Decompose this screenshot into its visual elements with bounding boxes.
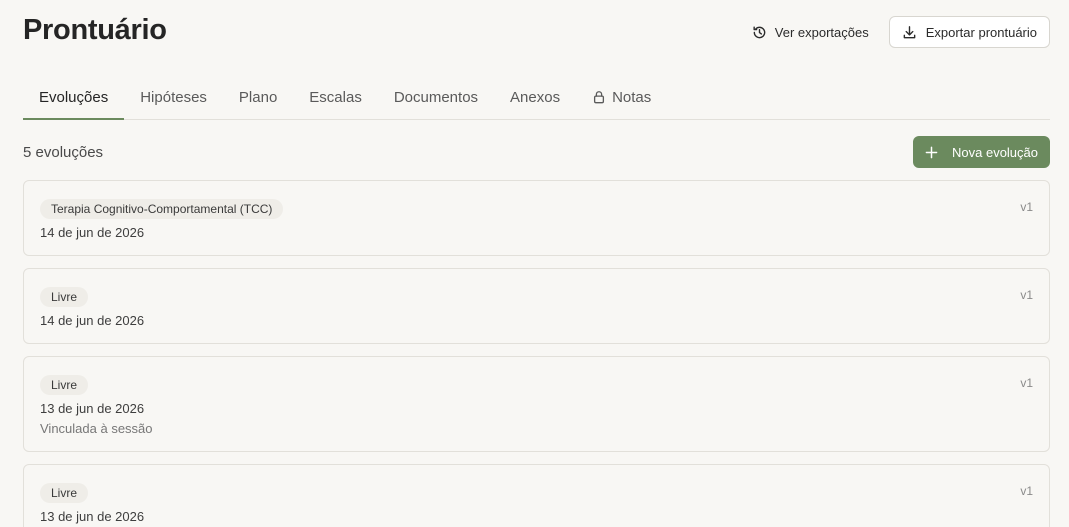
version-label: v1 <box>1020 376 1033 390</box>
tab-escalas[interactable]: Escalas <box>293 75 378 119</box>
tab-label: Notas <box>612 88 652 106</box>
page-header: Prontuário Ver exportações Exportar pron… <box>23 0 1050 66</box>
view-exports-label: Ver exportações <box>774 24 869 40</box>
tab-bar: Evoluções Hipóteses Plano Escalas Docume… <box>23 75 1050 120</box>
evolution-count: 5 evoluções <box>23 144 104 161</box>
tab-plano[interactable]: Plano <box>223 75 293 119</box>
version-label: v1 <box>1020 288 1033 302</box>
download-icon <box>903 25 916 38</box>
export-record-label: Exportar prontuário <box>925 24 1037 40</box>
tab-label: Escalas <box>309 88 362 106</box>
evolution-card[interactable]: Terapia Cognitivo-Comportamental (TCC) 1… <box>23 180 1050 256</box>
evolution-card[interactable]: Livre 13 de jun de 2026 Vinculada à sess… <box>23 356 1050 452</box>
evolution-card[interactable]: Livre 14 de jun de 2026 v1 <box>23 268 1050 344</box>
plus-icon <box>925 146 938 158</box>
approach-badge: Livre <box>40 375 89 395</box>
list-toolbar: 5 evoluções Nova evolução <box>23 136 1050 168</box>
session-link-note: Vinculada à sessão <box>40 421 153 436</box>
prontuario-page: Prontuário Ver exportações Exportar pron… <box>23 0 1050 527</box>
approach-badge: Terapia Cognitivo-Comportamental (TCC) <box>40 199 284 219</box>
export-record-button[interactable]: Exportar prontuário <box>888 16 1050 48</box>
tab-hipoteses[interactable]: Hipóteses <box>124 75 223 119</box>
header-actions: Ver exportações Exportar prontuário <box>752 16 1050 48</box>
tab-label: Evoluções <box>39 88 109 106</box>
tab-label: Hipóteses <box>140 88 207 106</box>
evolution-date: 13 de jun de 2026 <box>40 401 145 416</box>
evolution-date: 14 de jun de 2026 <box>40 225 145 240</box>
tab-documentos[interactable]: Documentos <box>378 75 494 119</box>
approach-badge: Livre <box>40 483 89 503</box>
new-evolution-label: Nova evolução <box>952 144 1038 160</box>
tab-label: Plano <box>238 88 278 106</box>
version-label: v1 <box>1020 200 1033 214</box>
tab-evolucoes[interactable]: Evoluções <box>23 75 125 120</box>
view-exports-button[interactable]: Ver exportações <box>752 16 880 48</box>
version-label: v1 <box>1020 484 1033 498</box>
history-icon <box>753 25 766 38</box>
evolution-card[interactable]: Livre 13 de jun de 2026 v1 <box>23 464 1050 527</box>
tab-label: Documentos <box>393 88 479 106</box>
tab-anexos[interactable]: Anexos <box>494 75 576 119</box>
new-evolution-button[interactable]: Nova evolução <box>913 136 1050 168</box>
evolution-date: 13 de jun de 2026 <box>40 509 145 524</box>
evolution-date: 14 de jun de 2026 <box>40 313 145 328</box>
approach-badge: Livre <box>40 287 89 307</box>
tab-label: Anexos <box>510 88 561 106</box>
lock-icon <box>594 91 605 104</box>
tab-notas[interactable]: Notas <box>576 75 667 119</box>
page-title: Prontuário <box>23 14 167 46</box>
